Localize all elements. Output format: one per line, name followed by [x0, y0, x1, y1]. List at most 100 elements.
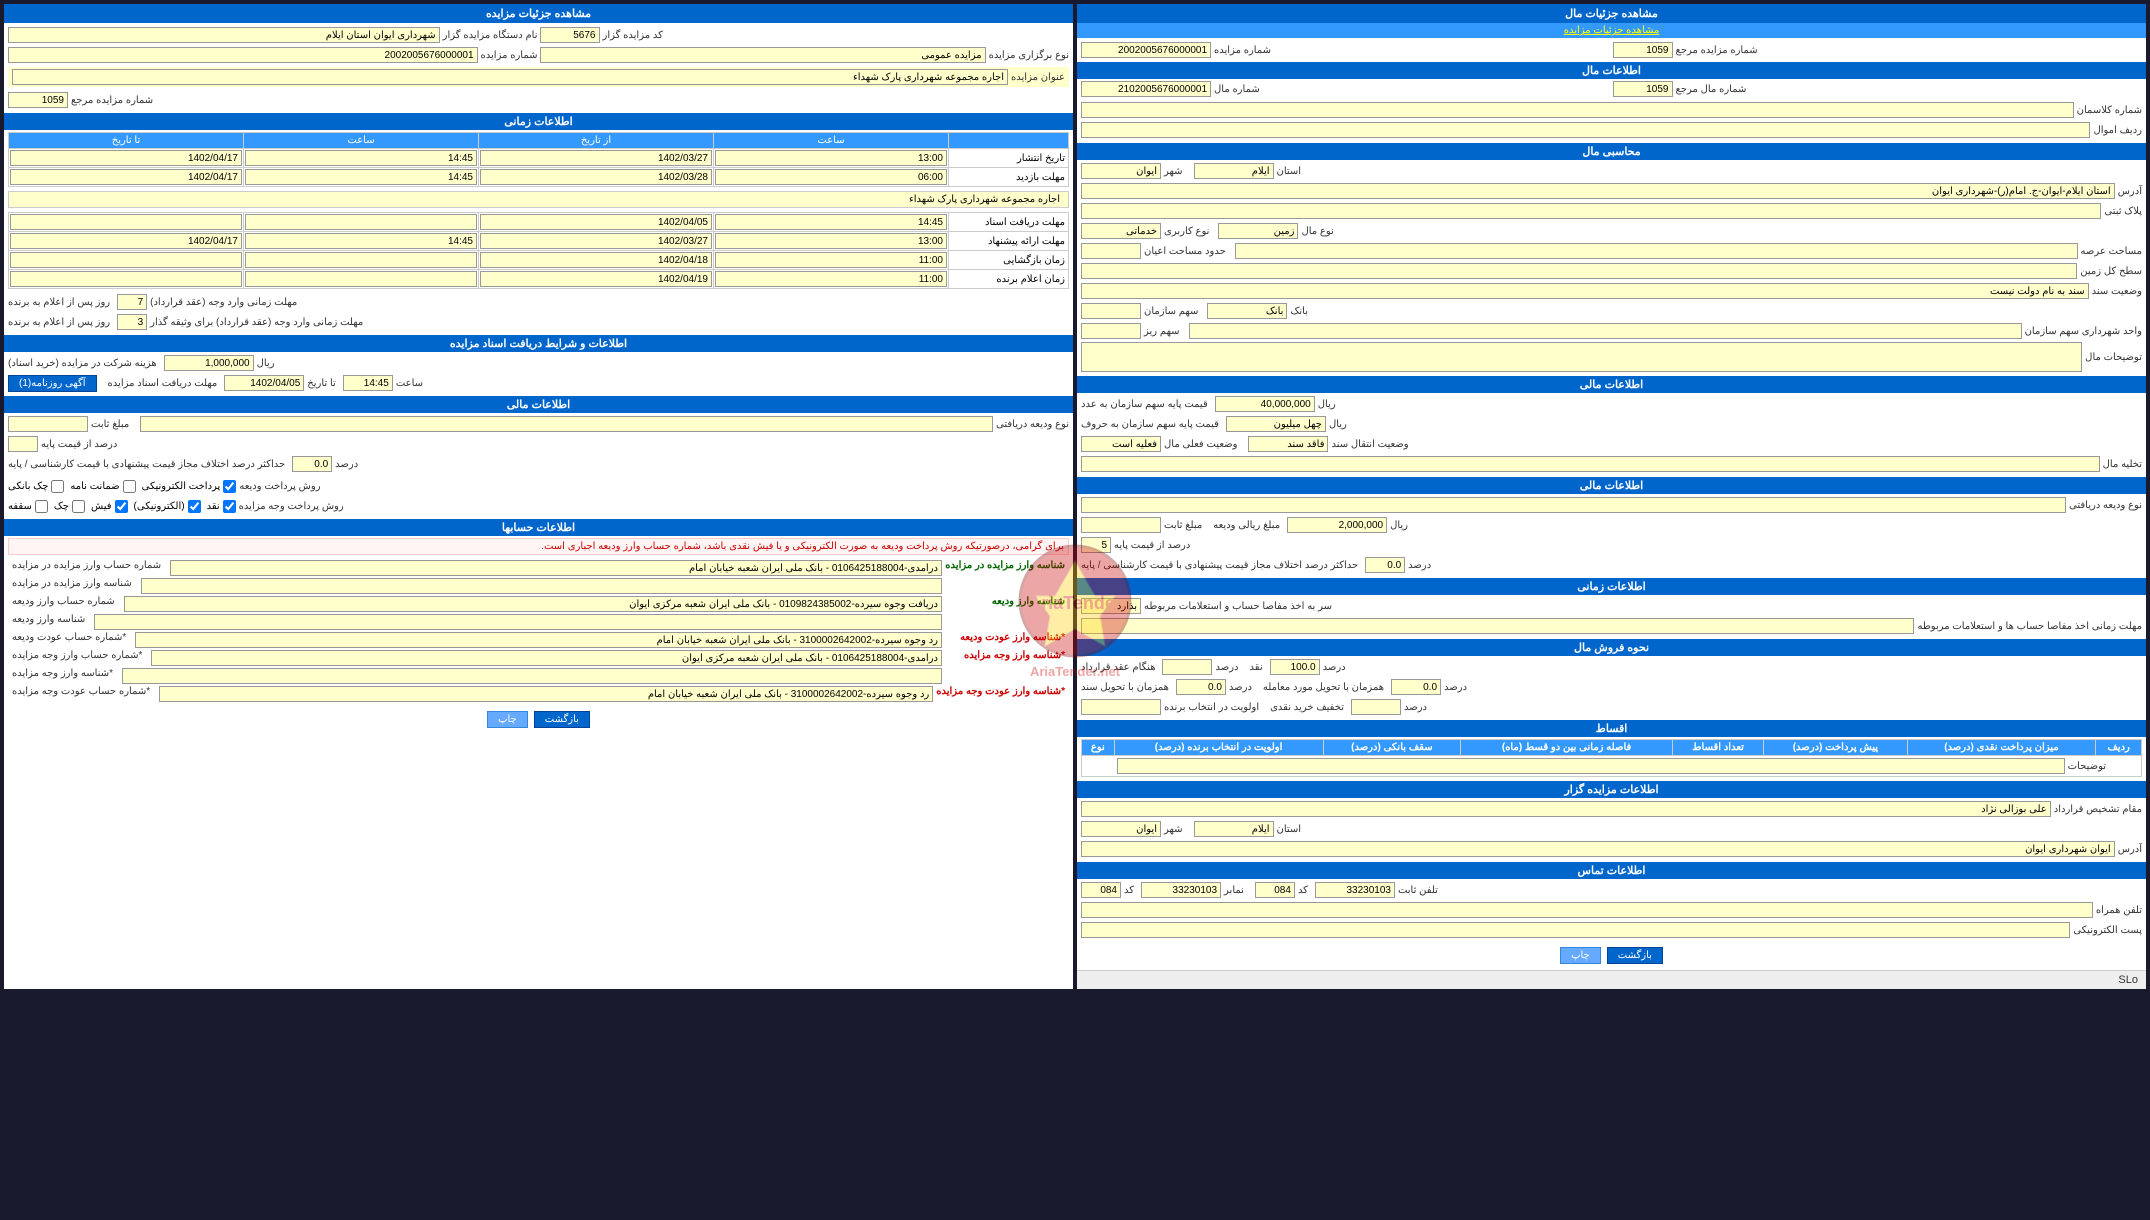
sath-input[interactable] [1081, 263, 2077, 279]
bazgoshaii-az[interactable] [480, 252, 712, 268]
acc1-input[interactable] [170, 560, 942, 576]
eelam-ta[interactable] [10, 271, 242, 287]
tarikh-eshaar-az[interactable] [480, 150, 712, 166]
agahi-btn[interactable]: آگهی روزنامه(1) [8, 375, 97, 392]
namabar-code-input[interactable] [1081, 882, 1121, 898]
ostan-input[interactable] [1194, 163, 1274, 179]
classnumber-input[interactable] [1081, 102, 2074, 118]
acc4-input[interactable] [94, 614, 942, 630]
hodod-input[interactable] [1081, 243, 1141, 259]
nowvarize-input[interactable] [1081, 497, 2066, 513]
bazgoshaii-ta[interactable] [10, 252, 242, 268]
tarikh-eshaar-ta[interactable] [10, 150, 242, 166]
pay-check2-label[interactable]: چک [54, 500, 85, 513]
pay-zimani-label[interactable]: ضمانت نامه [70, 480, 135, 493]
arsal-az-saat[interactable] [715, 233, 947, 249]
mohlat-ta[interactable] [10, 169, 242, 185]
ref-number-input[interactable] [1613, 42, 1673, 58]
namabar-input[interactable] [1141, 882, 1221, 898]
hoghoogh-input[interactable] [164, 355, 254, 371]
kod-input[interactable] [540, 27, 600, 43]
arsal-az[interactable] [480, 233, 712, 249]
pay-naghd-label[interactable]: نقد [207, 500, 236, 513]
auction-number-input[interactable] [1081, 42, 1211, 58]
pay-check-label[interactable]: چک بانکی [8, 480, 64, 493]
dariyaft-ta-saat[interactable] [245, 214, 477, 230]
acc5-input[interactable] [135, 632, 942, 648]
hadadaksar-input-r[interactable] [292, 456, 332, 472]
tel-sabt-input[interactable] [1315, 882, 1395, 898]
pelak-input[interactable] [1081, 203, 2101, 219]
hadadaksar-input[interactable] [1365, 557, 1405, 573]
tarikh-eshaar-ta-saat[interactable] [245, 150, 477, 166]
ref-num-input-r[interactable] [8, 92, 68, 108]
bar-hesab-input[interactable] [1081, 598, 1141, 614]
arsal-ta[interactable] [10, 233, 242, 249]
takhfif-input[interactable] [1351, 699, 1401, 715]
bazgoshaii-saat[interactable] [715, 252, 947, 268]
dariyaft-az-saat[interactable] [715, 214, 947, 230]
pay-zimani-cb[interactable] [123, 480, 136, 493]
left-print-btn[interactable]: چاپ [1560, 947, 1601, 964]
vahed-input[interactable] [1189, 323, 2022, 339]
mozu-input[interactable] [12, 69, 1008, 85]
mohlat-vaghineh-input[interactable] [117, 314, 147, 330]
pay-elect-cb[interactable] [223, 480, 236, 493]
pay-naghd-cb[interactable] [223, 500, 236, 513]
pay-check-cb[interactable] [51, 480, 64, 493]
eelam-ta-saat[interactable] [245, 271, 477, 287]
price-base-input[interactable] [1215, 396, 1315, 412]
tel-hamrah-input[interactable] [1081, 902, 2093, 918]
address-input[interactable] [1081, 183, 2115, 199]
pay-saqfeh-label[interactable]: سقفه [8, 500, 48, 513]
sabt-input[interactable] [1081, 517, 1161, 533]
sabt-input-r[interactable] [8, 416, 88, 432]
name-input[interactable] [8, 27, 440, 43]
tarikh-eshaar-az-saat[interactable] [715, 150, 947, 166]
tahliye-input[interactable] [1081, 456, 2100, 472]
entegal-input[interactable] [1248, 436, 1328, 452]
mohlat-ta-saat[interactable] [245, 169, 477, 185]
left-back-btn[interactable]: بازگشت [1607, 947, 1663, 964]
pay-saqfeh-cb[interactable] [35, 500, 48, 513]
acc8-input[interactable] [159, 686, 933, 702]
pay-pish2-cb[interactable] [115, 500, 128, 513]
mablagh-riyali-input[interactable] [1287, 517, 1387, 533]
pay-elect-label[interactable]: پرداخت الکترونیکی [142, 480, 237, 493]
tozi-input[interactable] [1081, 342, 2082, 372]
sahm-sazman-input[interactable] [1081, 303, 1141, 319]
acc3-input[interactable] [124, 596, 942, 612]
pay-check2-cb[interactable] [72, 500, 85, 513]
dariyaft-ta[interactable] [10, 214, 242, 230]
barande-input[interactable] [1081, 699, 1161, 715]
eelam-az[interactable] [480, 271, 712, 287]
arsal-ta-saat[interactable] [245, 233, 477, 249]
acc7-input[interactable] [122, 668, 942, 684]
shahr2-input[interactable] [1081, 821, 1161, 837]
right-print-btn[interactable]: چاپ [487, 711, 528, 728]
moghdam-input[interactable] [1081, 801, 2051, 817]
mohlat-zam-input[interactable] [1081, 618, 1914, 634]
nowtype-input[interactable] [540, 47, 986, 63]
right-back-btn[interactable]: بازگشت [534, 711, 590, 728]
acc6-input[interactable] [151, 650, 942, 666]
shahr-input[interactable] [1081, 163, 1161, 179]
darsd-input[interactable] [1081, 537, 1111, 553]
mohlat-asnad-az-input[interactable] [224, 375, 304, 391]
naghd-input[interactable] [1270, 659, 1320, 675]
mal-ref-input[interactable] [1613, 81, 1673, 97]
bank-input[interactable] [1207, 303, 1287, 319]
nowkarbari-input[interactable] [1081, 223, 1161, 239]
amval-input[interactable] [1081, 122, 2090, 138]
nowvarize-input-r[interactable] [140, 416, 993, 432]
mohlat-barandeh-input[interactable] [117, 294, 147, 310]
tahvil-amel-input[interactable] [1391, 679, 1441, 695]
faghl-input[interactable] [1081, 436, 1161, 452]
sahm-riz-input[interactable] [1081, 323, 1141, 339]
dariyaft-az[interactable] [480, 214, 712, 230]
acc2-input[interactable] [141, 578, 942, 594]
auction-num-input-r[interactable] [8, 47, 478, 63]
ostan2-input[interactable] [1194, 821, 1274, 837]
bazgoshaii-ta-saat[interactable] [245, 252, 477, 268]
mal-num-input[interactable] [1081, 81, 1211, 97]
